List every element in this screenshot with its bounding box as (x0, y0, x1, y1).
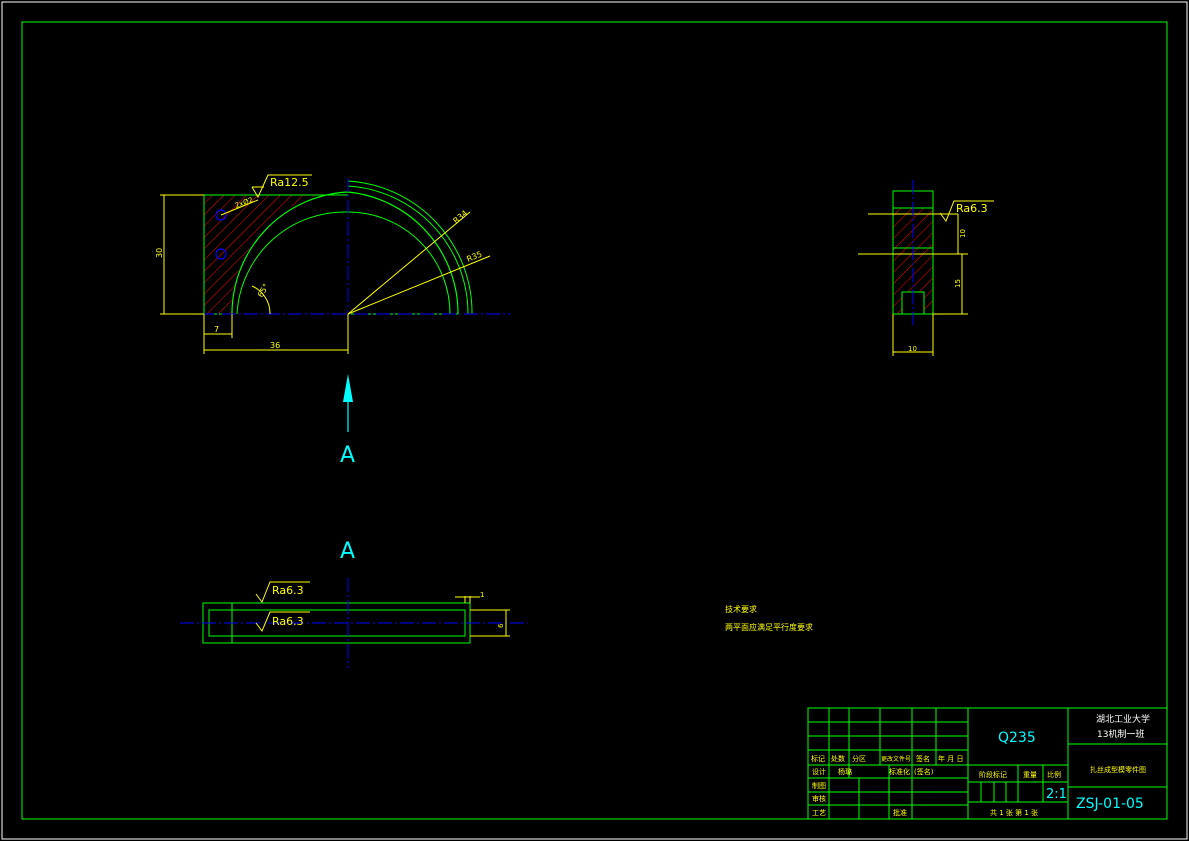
bottom-dim-6: 6 (497, 623, 505, 628)
class-name: 13机制一班 (1097, 728, 1144, 740)
row-review: 审核 (812, 794, 826, 803)
bottom-view: Ra6.3 Ra6.3 1 6 (180, 578, 528, 668)
col-zone: 分区 (852, 754, 866, 763)
view-arrow: A (340, 374, 355, 468)
view-label-bottom: A (340, 539, 355, 564)
col-mark: 标记 (811, 754, 825, 763)
col-signature: 签名 (916, 754, 930, 763)
side-view: Ra6.3 10 15 10 (858, 180, 994, 356)
arrow-head-icon (343, 374, 353, 402)
row-approve: 批准 (893, 808, 907, 817)
dim-height: 30 (155, 248, 164, 258)
sheet-edge (1, 1, 1188, 840)
side-dim-10v: 10 (959, 229, 967, 238)
bottom-roughness-top: Ra6.3 (272, 584, 304, 597)
col-count: 处数 (831, 754, 845, 763)
row-design-name: 杨璐 (838, 767, 852, 776)
scale-value: 2:1 (1046, 787, 1067, 802)
side-dim-15: 15 (954, 279, 962, 288)
drawing-number: ZSJ-01-05 (1076, 796, 1144, 812)
row-design: 设计 (812, 767, 826, 776)
front-view: Ra12.5 2xØ2 65° R34 R35 30 7 36 (155, 174, 510, 354)
school-name: 湖北工业大学 (1096, 713, 1150, 725)
col-change-doc: 更改文件号 (881, 755, 911, 763)
r34-leader (347, 211, 471, 315)
part-name: 扎丝成型模零件图 (1090, 765, 1146, 774)
sheets-count: 共 1 张 第 1 张 (990, 808, 1038, 817)
stage-label: 阶段标记 (979, 770, 1007, 779)
tech-notes-line1: 两平面应满足平行度要求 (725, 622, 813, 632)
bottom-roughness-bottom: Ra6.3 (272, 615, 304, 628)
front-roughness: Ra12.5 (270, 176, 309, 189)
row-draw: 制图 (812, 781, 826, 790)
angle-label: 65° (256, 282, 271, 299)
view-label-top: A (340, 443, 355, 468)
row-process: 工艺 (812, 809, 826, 817)
side-roughness: Ra6.3 (956, 202, 988, 215)
radius-outer-label: R35 (465, 250, 483, 264)
weight-label: 重量 (1023, 771, 1037, 779)
row-standard: 标准化 (889, 767, 910, 776)
col-date: 年 月 日 (938, 754, 963, 763)
drawing-canvas: Ra12.5 2xØ2 65° R34 R35 30 7 36 A A Ra6.… (1, 1, 1188, 840)
front-inner-arc-right (347, 191, 459, 315)
bottom-dim-1: 1 (480, 591, 484, 599)
front-outer-arc-1 (347, 185, 469, 315)
tech-notes-heading: 技术要求 (725, 604, 757, 614)
front-outer-arc-2 (347, 180, 473, 315)
dim-width: 36 (270, 341, 280, 350)
scale-label: 比例 (1047, 770, 1061, 779)
material: Q235 (998, 730, 1036, 746)
radius-inner-label: R34 (452, 209, 470, 226)
side-dim-10h: 10 (908, 345, 917, 353)
drawing-frame (21, 21, 1168, 820)
row-sign: (签名) (914, 767, 934, 776)
dim-offset: 7 (214, 325, 219, 334)
